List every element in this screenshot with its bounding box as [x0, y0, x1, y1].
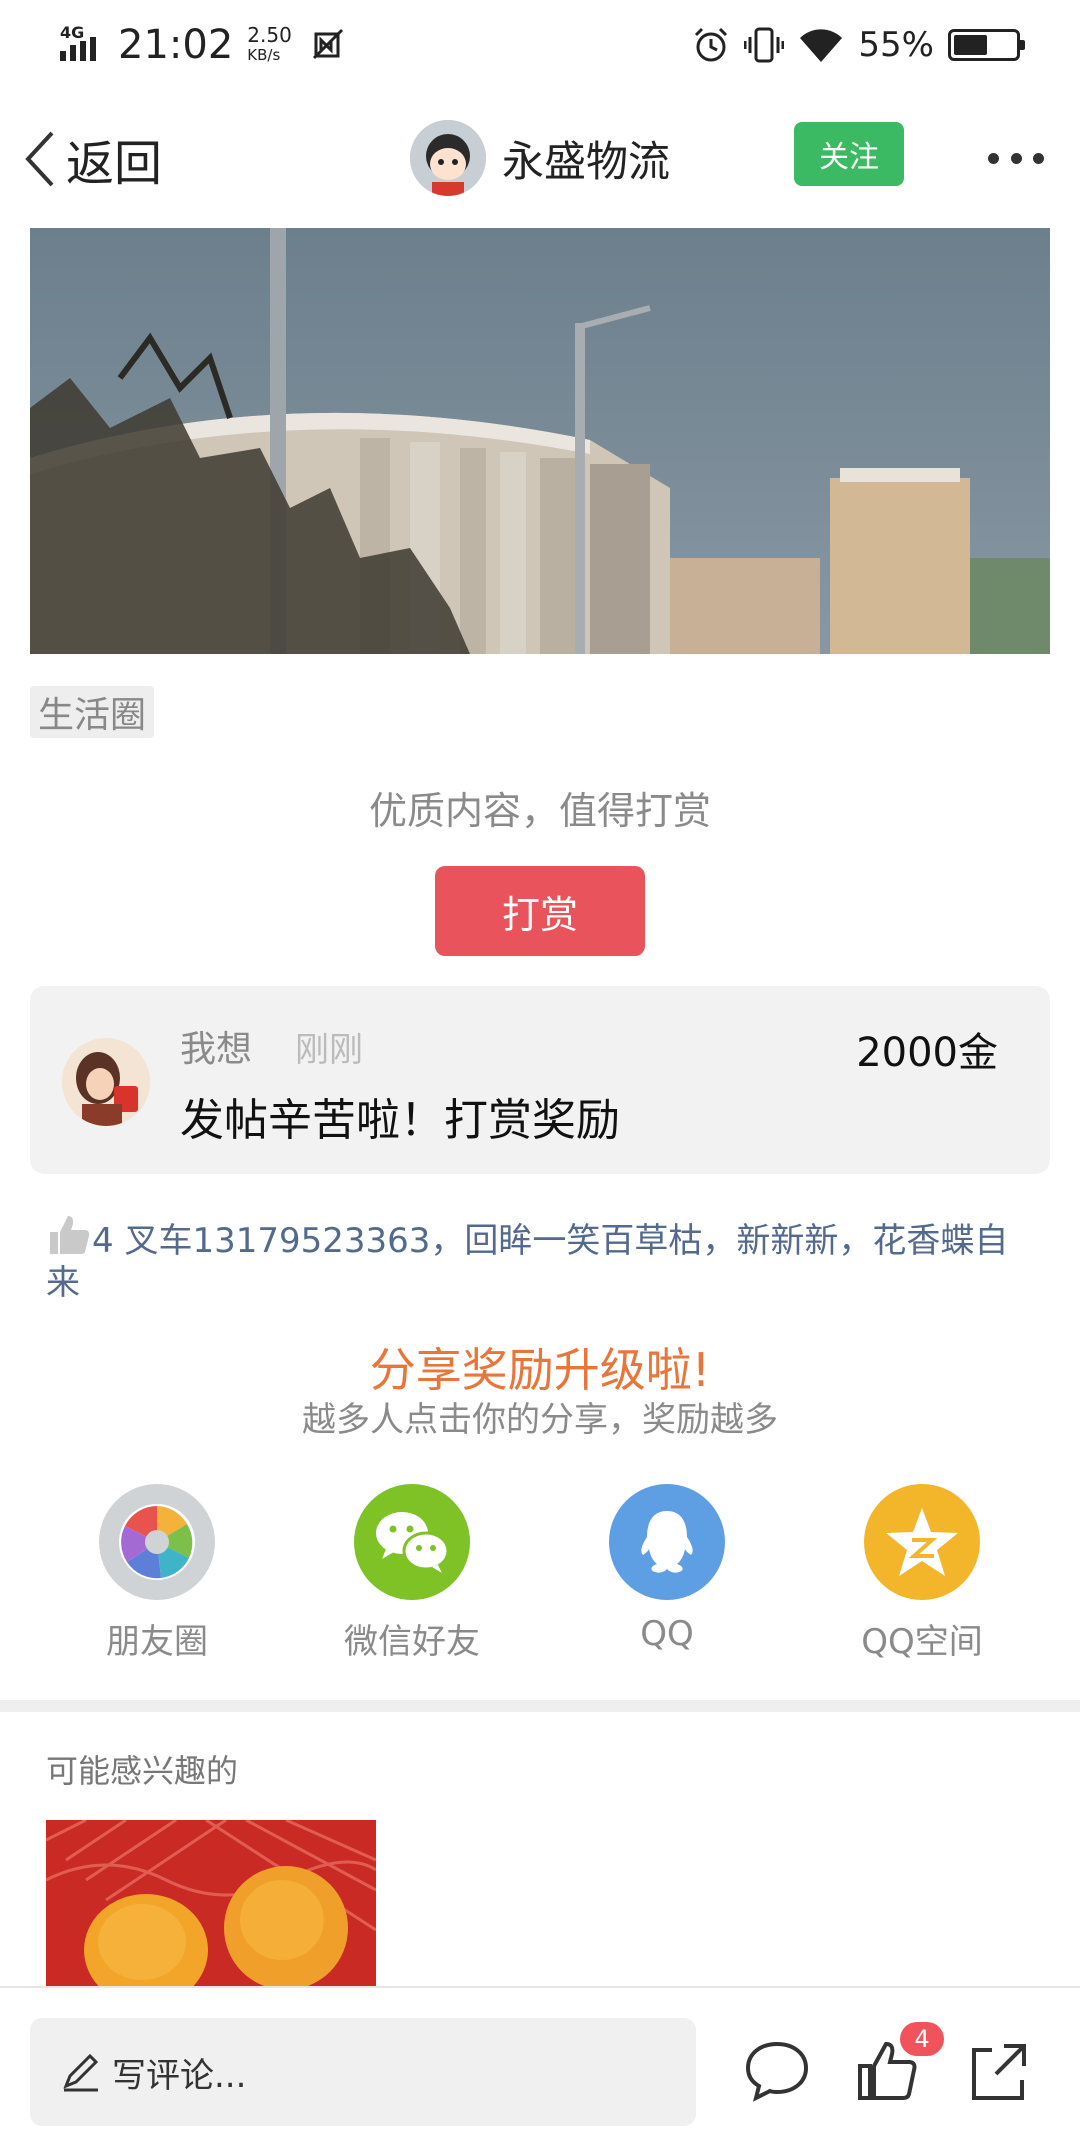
related-title: 可能感兴趣的 [46, 1752, 239, 1790]
more-dot-icon [1010, 152, 1022, 164]
reward-record: 我想 刚刚 2000金 发帖辛苦啦！打赏奖励 [30, 986, 1050, 1174]
reward-message: 发帖辛苦啦！打赏奖励 [180, 1095, 620, 1146]
share-title: 分享奖励升级啦! [369, 1343, 711, 1397]
signal-icon: 4G [58, 23, 104, 67]
reward-button[interactable]: 打赏 [435, 866, 645, 956]
reward-amount: 2000金 [856, 1030, 998, 1076]
likes-count: 4 [92, 1221, 114, 1261]
wifi-icon [800, 29, 843, 62]
share-qzone-button[interactable]: QQ空间 [832, 1484, 1012, 1663]
battery-icon [948, 29, 1025, 61]
share-moments-button[interactable]: 朋友圈 [67, 1484, 247, 1663]
comment-placeholder: 写评论... [112, 2055, 247, 2096]
share-qzone-circle [864, 1484, 980, 1600]
author-avatar [410, 120, 486, 196]
author-info[interactable]: 永盛物流 [410, 118, 670, 198]
moments-icon [119, 1504, 195, 1580]
share-wechat-button[interactable]: 微信好友 [322, 1484, 502, 1663]
reward-time: 刚刚 [295, 1030, 363, 1070]
status-bar: 4G 21:02 2.50 KB/s 55% [0, 0, 1080, 90]
author-name: 永盛物流 [502, 136, 671, 186]
section-divider [0, 1700, 1080, 1712]
share-subtitle: 越多人点击你的分享，奖励越多 [302, 1400, 778, 1440]
status-bar-right: 55% [692, 18, 1025, 72]
related-post-thumbnail[interactable] [46, 1820, 376, 1986]
alarm-icon [695, 27, 728, 62]
likes-names: 叉车13179523363，回眸一笑百草枯，新新新，花香蝶自来 [46, 1221, 1009, 1303]
status-bar-left: 4G 21:02 2.50 KB/s [58, 18, 346, 72]
share-icon[interactable] [964, 2036, 1034, 2106]
comment-icon[interactable] [742, 2036, 812, 2106]
oranges-photo [46, 1820, 376, 1986]
rewarder-name[interactable]: 我想 [180, 1020, 252, 1072]
network-speed-value: 2.50 [247, 23, 292, 47]
thumbs-up-icon [50, 1216, 90, 1254]
qq-icon [641, 1511, 693, 1573]
follow-button[interactable]: 关注 [794, 122, 904, 186]
share-moments-circle [99, 1484, 215, 1600]
bottom-action-bar: 写评论... 4 [0, 1986, 1080, 2154]
share-qq-label: QQ [640, 1614, 694, 1654]
likes-list[interactable]: 4 叉车13179523363，回眸一笑百草枯，新新新，花香蝶自来 [46, 1212, 1036, 1304]
chevron-left-icon [25, 131, 54, 187]
wechat-icon [376, 1512, 450, 1573]
more-dot-icon [1033, 152, 1044, 164]
qzone-icon [886, 1508, 958, 1576]
nfc-icon [312, 28, 343, 60]
cartoon-avatar-icon [410, 120, 486, 196]
network-type: 4G [60, 23, 85, 42]
share-qq-circle [609, 1484, 725, 1600]
building-photo [30, 228, 1050, 654]
share-moments-label: 朋友圈 [106, 1622, 208, 1662]
vibrate-icon [744, 27, 785, 63]
like-count-badge: 4 [900, 2022, 944, 2056]
comment-input[interactable]: 写评论... [30, 2018, 696, 2126]
post-tag[interactable]: 生活圈 [30, 686, 155, 738]
more-dot-icon [988, 152, 999, 164]
clock: 21:02 [118, 22, 234, 68]
network-speed-unit: KB/s [247, 46, 281, 64]
rewarder-avatar[interactable] [62, 1038, 150, 1126]
battery-level [954, 35, 987, 55]
share-wechat-label: 微信好友 [344, 1622, 480, 1662]
battery-percent: 55% [858, 25, 934, 65]
pencil-icon [63, 2053, 99, 2092]
back-label: 返回 [66, 136, 163, 192]
share-qzone-label: QQ空间 [861, 1622, 983, 1662]
network-speed: 2.50 KB/s [247, 25, 292, 65]
share-wechat-circle [354, 1484, 470, 1600]
more-options-button[interactable] [988, 140, 1044, 176]
share-qq-button[interactable]: QQ [577, 1484, 757, 1654]
post-header: 返回 永盛物流 关注 [0, 100, 1080, 216]
reward-hint: 优质内容，值得打赏 [368, 789, 711, 833]
girl-avatar-icon [62, 1038, 150, 1126]
share-targets: 朋友圈 微信好友 QQ QQ空间 [0, 1484, 1080, 1664]
back-button[interactable]: 返回 [22, 124, 162, 194]
post-image[interactable] [30, 228, 1050, 654]
